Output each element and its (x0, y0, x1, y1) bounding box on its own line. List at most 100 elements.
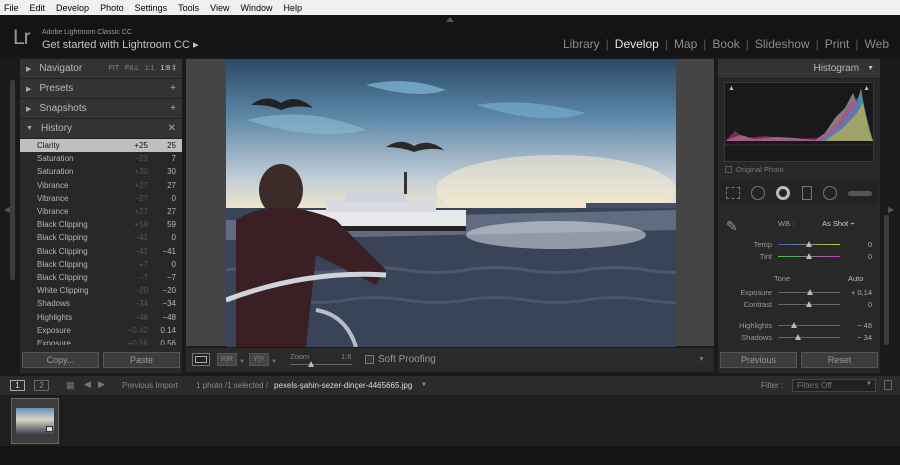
history-item[interactable]: Exposure −0.42 0.14 (20, 324, 182, 337)
module-slideshow[interactable]: Slideshow (755, 37, 810, 51)
view-dropdown-icon[interactable]: ▼ (239, 359, 245, 365)
slider-value[interactable]: 0 (844, 252, 872, 261)
soft-proofing-checkbox[interactable] (365, 355, 374, 364)
graduated-filter-icon[interactable] (801, 186, 812, 200)
menu-develop[interactable]: Develop (56, 3, 89, 13)
get-started-link[interactable]: Get started with Lightroom CC ▸ (42, 38, 199, 51)
adjustment-brush-icon[interactable] (848, 190, 873, 196)
history-item[interactable]: White Clipping −20 −20 (20, 284, 182, 297)
slider-knob[interactable] (806, 300, 812, 307)
slider-knob[interactable] (791, 321, 798, 328)
history-item[interactable]: Black Clipping +7 0 (20, 258, 182, 271)
slider-track[interactable] (778, 288, 840, 295)
menu-view[interactable]: View (210, 3, 229, 13)
module-map[interactable]: Map (674, 37, 697, 51)
history-header[interactable]: ▼ History ✕ (20, 119, 182, 139)
grid-view-icon[interactable]: ▦ (66, 380, 75, 391)
slider-track[interactable] (778, 333, 840, 340)
module-library[interactable]: Library (563, 37, 600, 51)
history-item[interactable]: Vibrance +27 27 (20, 179, 182, 192)
clear-history-icon[interactable]: ✕ (168, 123, 176, 134)
menu-edit[interactable]: Edit (30, 3, 46, 13)
presets-header[interactable]: ▶ Presets + (20, 79, 182, 99)
previous-button[interactable]: Previous (720, 352, 797, 368)
copy-button[interactable]: Copy... (22, 352, 99, 368)
history-item[interactable]: Black Clipping −41 −41 (20, 245, 182, 258)
shadow-clipping-icon[interactable]: ▲ (728, 85, 735, 92)
swap-dropdown-icon[interactable]: ▼ (271, 359, 277, 365)
main-window-button[interactable]: 1 (10, 380, 25, 391)
slider-value[interactable]: − 48 (844, 321, 872, 330)
slider-track[interactable] (778, 321, 840, 328)
back-arrow-icon[interactable]: ◀ (84, 379, 91, 390)
zoom-slider[interactable] (290, 361, 352, 367)
history-item[interactable]: Black Clipping −41 0 (20, 231, 182, 244)
slider-knob[interactable] (806, 240, 812, 247)
right-panel-toggle-icon[interactable]: ▶ (888, 205, 894, 214)
slider-track[interactable] (778, 300, 840, 307)
history-item[interactable]: Vibrance +27 27 (20, 205, 182, 218)
slider-knob[interactable] (795, 333, 802, 340)
history-item[interactable]: Clarity +25 25 (20, 139, 182, 153)
filmstrip-thumbnail-cell[interactable] (11, 398, 59, 444)
menu-tools[interactable]: Tools (178, 3, 199, 13)
filename-dropdown-icon[interactable]: ▼ (421, 382, 427, 388)
source-label[interactable]: Previous Import (122, 381, 178, 390)
add-preset-icon[interactable]: + (170, 83, 176, 94)
zoom-slider-knob[interactable] (308, 361, 314, 367)
loupe-view-icon[interactable] (192, 353, 210, 366)
slider-shadows[interactable]: Shadows − 34 (720, 331, 872, 343)
history-item[interactable]: Exposure +0.56 0.56 (20, 337, 182, 345)
left-panel-scrollbar[interactable] (10, 80, 15, 280)
auto-tone-button[interactable]: Auto (848, 274, 863, 283)
module-print[interactable]: Print (825, 37, 850, 51)
snapshots-header[interactable]: ▶ Snapshots + (20, 99, 182, 119)
radial-filter-icon[interactable] (822, 186, 837, 200)
slider-temp[interactable]: Temp 0 (720, 238, 872, 250)
reset-button[interactable]: Reset (801, 352, 878, 368)
slider-knob[interactable] (807, 288, 814, 295)
menu-settings[interactable]: Settings (135, 3, 168, 13)
histogram-header[interactable]: Histogram ▼ (718, 59, 880, 79)
slider-highlights[interactable]: Highlights − 48 (720, 319, 872, 331)
menu-file[interactable]: File (4, 3, 19, 13)
zoom-custom[interactable]: 1:8 ‡ (160, 65, 176, 72)
history-item[interactable]: Shadows −34 −34 (20, 297, 182, 310)
top-panel-toggle-icon[interactable] (446, 17, 454, 22)
slider-tint[interactable]: Tint 0 (720, 250, 872, 262)
slider-value[interactable]: 0 (844, 300, 872, 309)
toolbar-options-icon[interactable]: ▼ (698, 356, 705, 363)
filename-label[interactable]: pexels-şahin-sezer-dinçer-4465665.jpg (274, 381, 412, 390)
navigator-header[interactable]: ▶ Navigator FIT FILL 1:1 1:8 ‡ (20, 59, 182, 79)
module-web[interactable]: Web (865, 37, 889, 51)
module-develop[interactable]: Develop (615, 37, 659, 51)
zoom-fit[interactable]: FIT (109, 65, 120, 72)
history-item[interactable]: Highlights −48 −48 (20, 310, 182, 323)
history-item[interactable]: Vibrance −27 0 (20, 192, 182, 205)
zoom-fill[interactable]: FILL (125, 65, 139, 72)
module-book[interactable]: Book (712, 37, 739, 51)
history-item[interactable]: Saturation −23 7 (20, 152, 182, 165)
slider-value[interactable]: 0 (844, 240, 872, 249)
highlight-clipping-icon[interactable]: ▲ (863, 85, 870, 92)
second-window-button[interactable]: 2 (34, 380, 49, 391)
slider-exposure[interactable]: Exposure + 0,14 (720, 286, 872, 298)
slider-track[interactable] (778, 240, 840, 247)
menu-photo[interactable]: Photo (100, 3, 124, 13)
slider-contrast[interactable]: Contrast 0 (720, 298, 872, 310)
zoom-1-1[interactable]: 1:1 (145, 65, 155, 72)
paste-button[interactable]: Paste (103, 352, 180, 368)
slider-knob[interactable] (806, 252, 812, 259)
slider-value[interactable]: + 0,14 (844, 288, 872, 297)
right-panel-scrollbar[interactable] (884, 215, 889, 345)
filter-lock-icon[interactable] (884, 380, 892, 390)
photo-preview[interactable] (225, 60, 707, 348)
menu-window[interactable]: Window (241, 3, 273, 13)
history-item[interactable]: Black Clipping −7 −7 (20, 271, 182, 284)
slider-value[interactable]: − 34 (844, 333, 872, 342)
before-after-swap-icon[interactable]: Y|Y (249, 353, 269, 366)
red-eye-icon[interactable] (776, 186, 791, 200)
wb-select[interactable]: As Shot ÷ (822, 219, 854, 228)
forward-arrow-icon[interactable]: ▶ (98, 379, 105, 390)
before-after-view-icon[interactable]: R|R (217, 353, 237, 366)
